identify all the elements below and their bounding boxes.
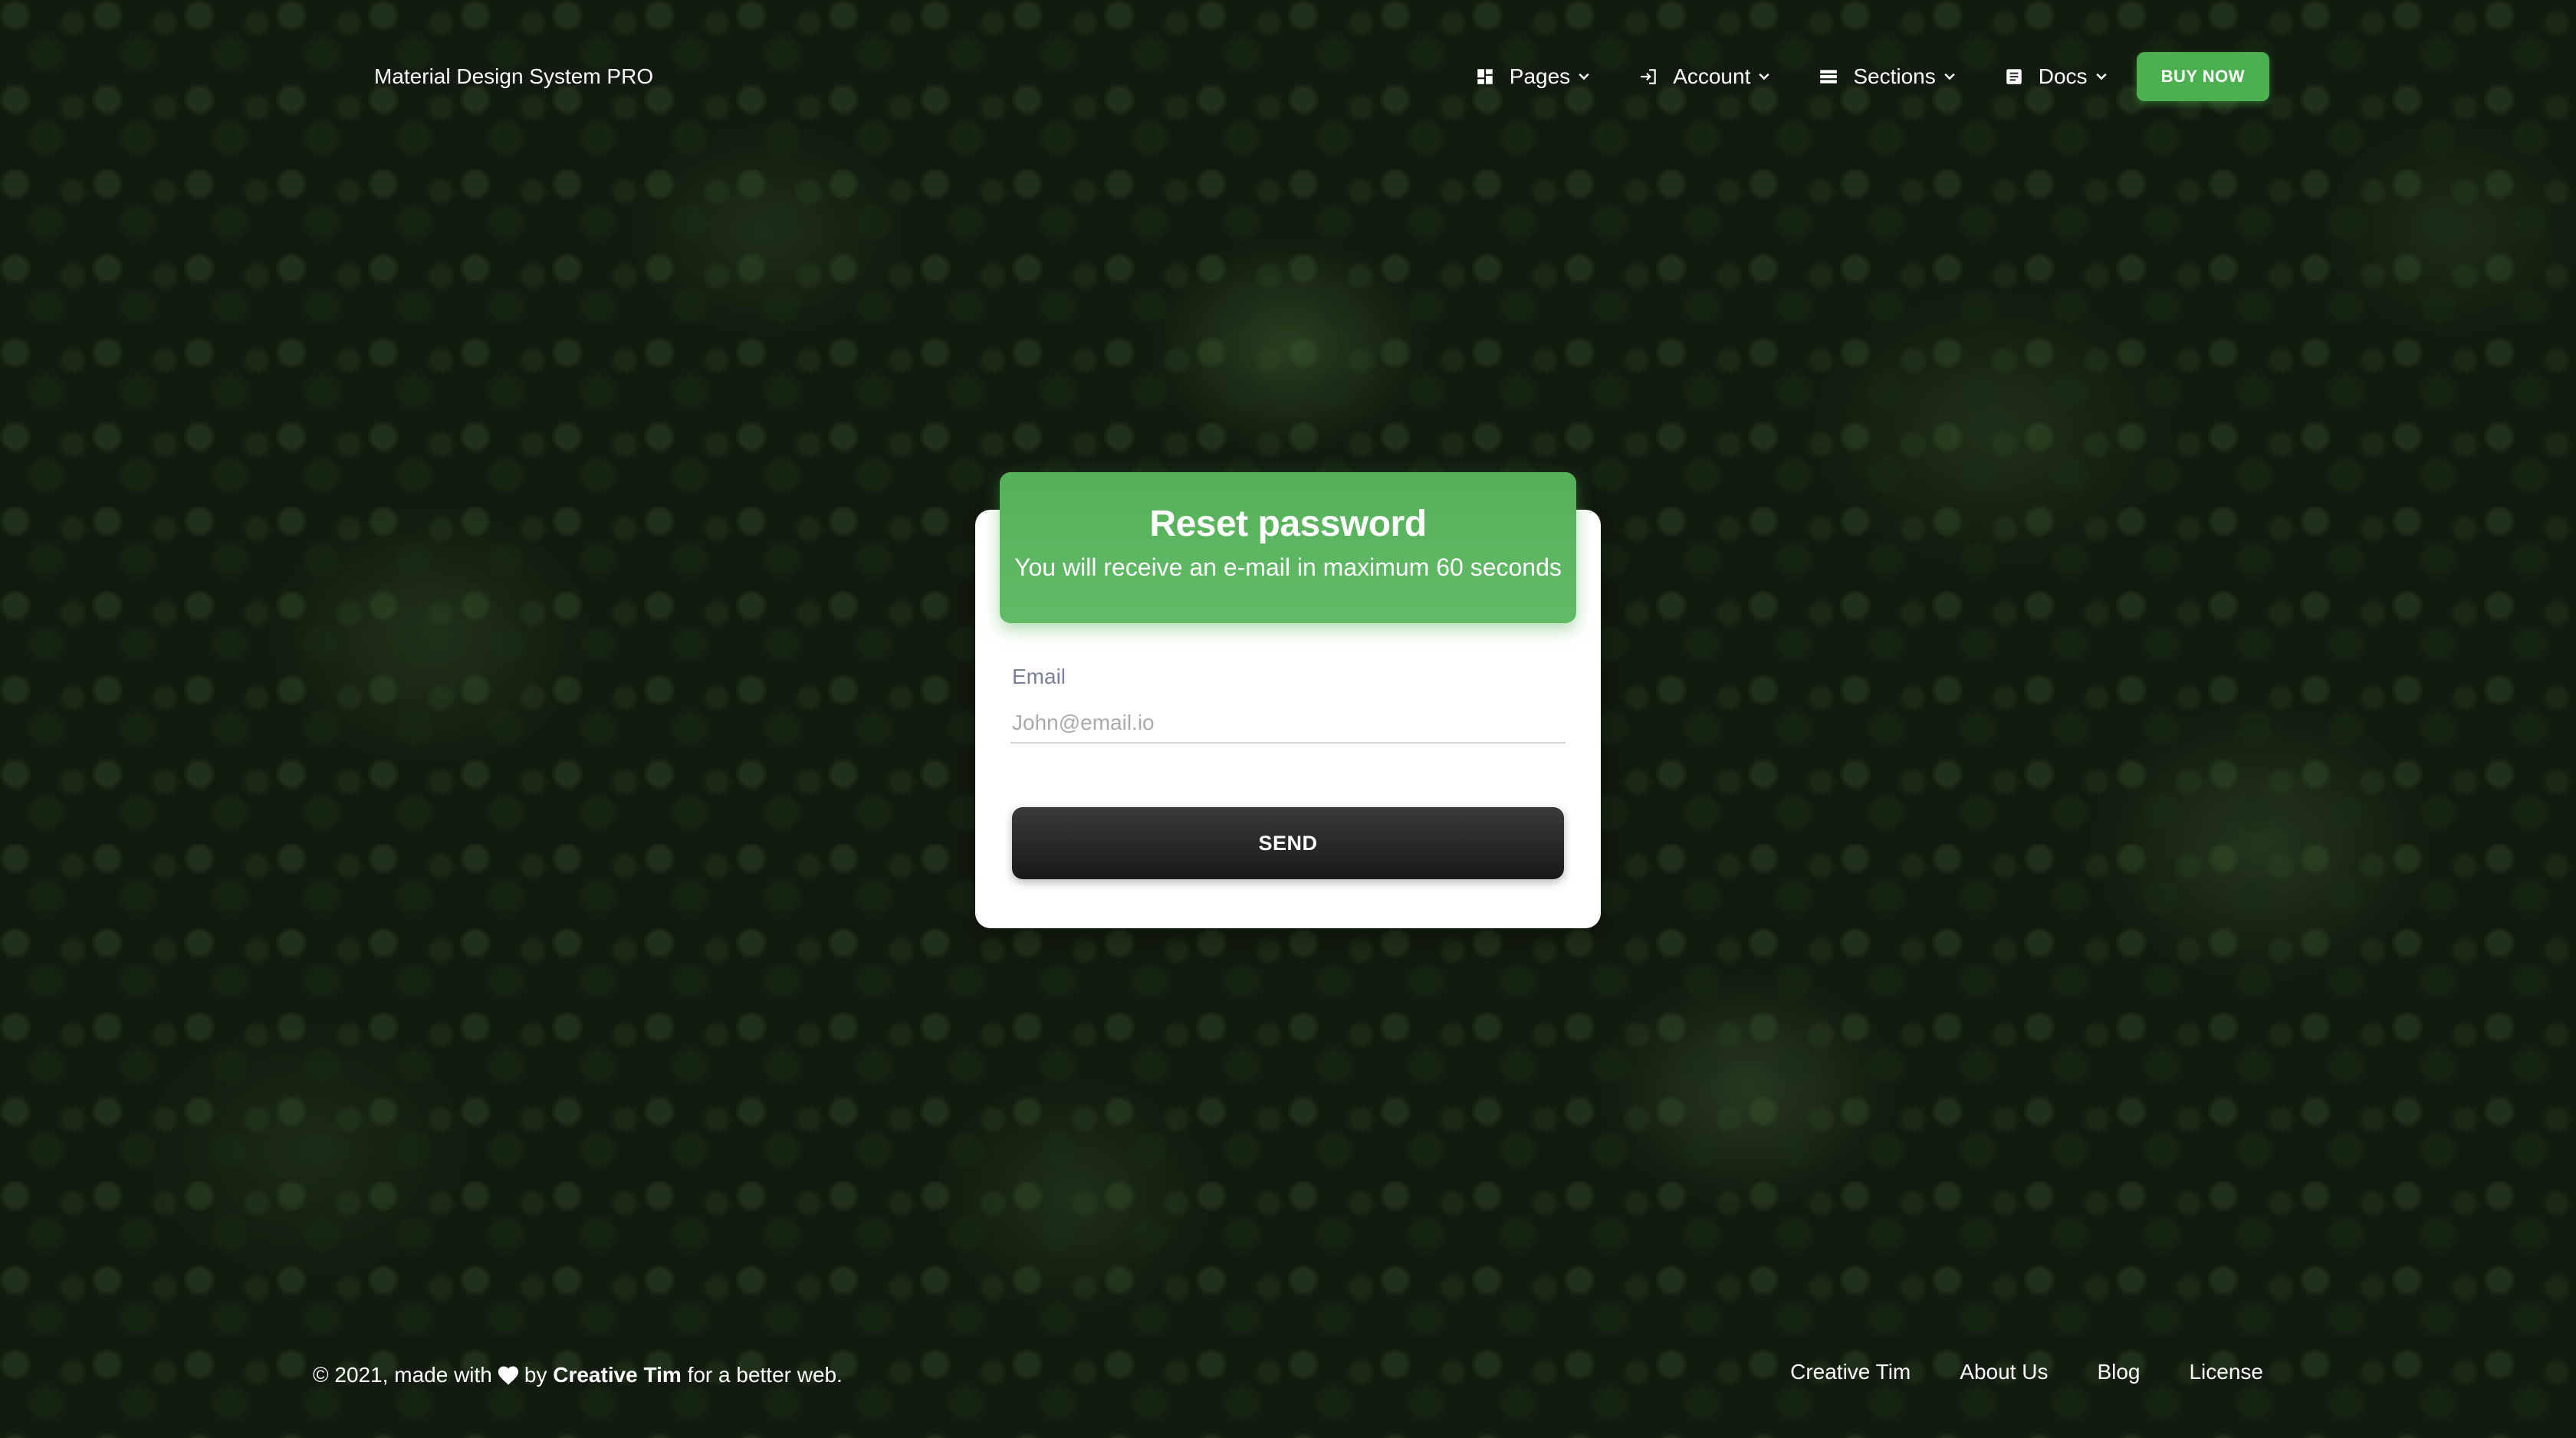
chevron-down-icon — [1942, 69, 1957, 84]
view-list-icon — [1818, 66, 1839, 87]
footer-link-about-us[interactable]: About Us — [1960, 1358, 2048, 1386]
copyright-text: © 2021, made with — [313, 1363, 492, 1387]
by-text: by — [524, 1363, 547, 1387]
nav-item-sections[interactable]: Sections — [1818, 64, 1957, 89]
nav-item-label: Sections — [1853, 64, 1936, 88]
footer-links: Creative Tim About Us Blog License — [1741, 1358, 2263, 1386]
buy-now-button[interactable]: BUY NOW — [2136, 52, 2269, 101]
login-icon — [1638, 66, 1659, 87]
email-label: Email — [1012, 665, 1066, 688]
author-link[interactable]: Creative Tim — [553, 1361, 682, 1389]
nav-item-label: Pages — [1509, 64, 1571, 88]
chevron-down-icon — [1756, 69, 1772, 84]
chevron-down-icon — [2094, 69, 2109, 84]
article-icon — [2003, 66, 2025, 87]
navbar: Material Design System PRO Pages Account — [368, 46, 2269, 107]
footer-link-license[interactable]: License — [2189, 1358, 2263, 1386]
chevron-down-icon — [1576, 69, 1592, 84]
nav-item-docs[interactable]: Docs — [2003, 64, 2109, 89]
card-header: Reset password You will receive an e-mai… — [1000, 472, 1576, 623]
nav-item-pages[interactable]: Pages — [1474, 64, 1592, 89]
brand-logo[interactable]: Material Design System PRO — [374, 63, 653, 90]
footer-link-creative-tim[interactable]: Creative Tim — [1790, 1358, 1911, 1386]
card-subtitle: You will receive an e-mail in maximum 60… — [1014, 553, 1562, 581]
heart-icon — [497, 1364, 520, 1386]
nav-item-account[interactable]: Account — [1638, 64, 1772, 89]
page-background: Material Design System PRO Pages Account — [0, 0, 2576, 1438]
card-title: Reset password — [1149, 504, 1427, 544]
footer-copyright: © 2021, made with by Creative Tim for a … — [313, 1361, 843, 1389]
send-button[interactable]: SEND — [1012, 807, 1564, 879]
footer-link-blog[interactable]: Blog — [2097, 1358, 2140, 1386]
email-field[interactable] — [1010, 704, 1566, 744]
nav-menu: Pages Account Sections Docs BUY NOW — [1474, 52, 2269, 101]
dashboard-icon — [1474, 66, 1496, 87]
suffix-text: for a better web. — [687, 1363, 843, 1387]
nav-item-label: Docs — [2038, 64, 2088, 88]
nav-item-label: Account — [1673, 64, 1751, 88]
